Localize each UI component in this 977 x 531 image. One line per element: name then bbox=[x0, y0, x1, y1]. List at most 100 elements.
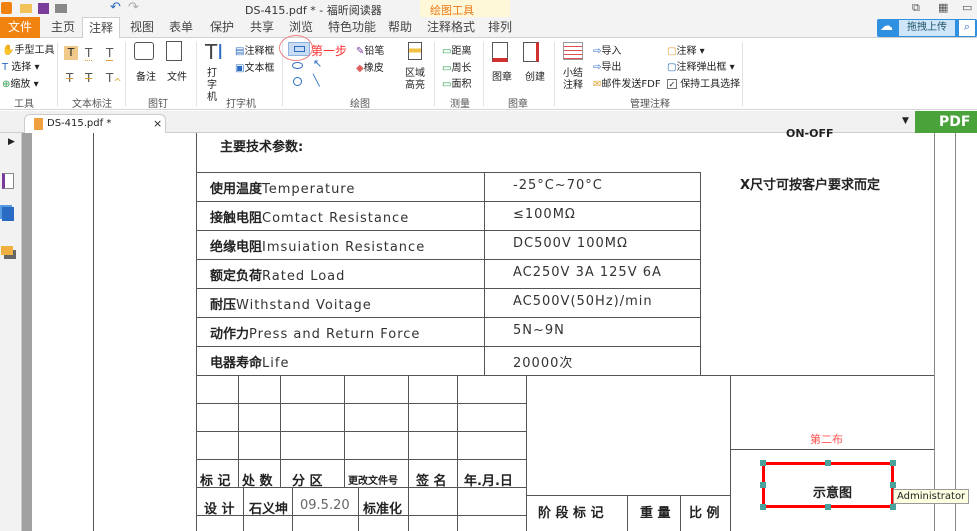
bookmark-icon[interactable] bbox=[2, 173, 14, 189]
save-icon[interactable] bbox=[38, 3, 49, 14]
expand-panel-icon[interactable]: ▶ bbox=[8, 137, 15, 147]
grid-icon[interactable]: ▦ bbox=[938, 1, 948, 14]
checkbox-checked-icon: ✓ bbox=[667, 79, 677, 89]
redo-icon[interactable]: ↷ bbox=[128, 0, 139, 15]
resize-handle[interactable] bbox=[890, 460, 896, 466]
note-icon bbox=[134, 42, 154, 60]
group-label-typewriter: 打字机 bbox=[226, 99, 256, 110]
resize-handle[interactable] bbox=[825, 460, 831, 466]
group-label-manage: 管理注释 bbox=[630, 99, 670, 110]
import-button[interactable]: ⇨导入 bbox=[593, 42, 621, 57]
window-title: DS-415.pdf * - 福昕阅读器 bbox=[245, 4, 382, 17]
insert-text-icon[interactable]: T^ bbox=[106, 71, 122, 88]
line-icon[interactable]: ╲ bbox=[313, 74, 320, 87]
distance-button[interactable]: ▭距离 bbox=[442, 42, 471, 57]
tab-view[interactable]: 视图 bbox=[130, 17, 154, 38]
param-value: DC500V 100MΩ bbox=[513, 236, 628, 251]
author-tooltip: Administrator bbox=[893, 489, 970, 504]
area-highlight-button[interactable]: 区域高亮 bbox=[405, 68, 427, 92]
size-note: X尺寸可按客户要求而定 bbox=[740, 178, 881, 193]
arrow-icon[interactable]: ↖ bbox=[313, 57, 322, 70]
resize-handle[interactable] bbox=[760, 460, 766, 466]
callout-button[interactable]: ▤注释框 bbox=[235, 42, 274, 57]
cloud-icon: ☁ bbox=[880, 19, 893, 34]
group-label-pin: 图钉 bbox=[148, 99, 168, 110]
perimeter-button[interactable]: ▭周长 bbox=[442, 59, 471, 74]
note-button[interactable]: 备注 bbox=[136, 68, 156, 83]
keep-tool-checkbox[interactable]: ✓ 保持工具选择 bbox=[667, 75, 740, 90]
export-button[interactable]: ⇨导出 bbox=[593, 58, 621, 73]
circle-icon[interactable] bbox=[293, 77, 302, 86]
pdf-convert-badge[interactable]: PDF bbox=[915, 111, 977, 133]
resize-handle[interactable] bbox=[760, 504, 766, 510]
replace-text-icon[interactable]: T bbox=[85, 71, 92, 85]
tab-home[interactable]: 主页 bbox=[51, 17, 75, 38]
hand-tool-button[interactable]: ✋手型工具 bbox=[2, 41, 54, 56]
upload-button[interactable]: 拖拽上传 bbox=[899, 20, 955, 36]
upload-widget[interactable]: ☁ 拖拽上传 ⌕ bbox=[877, 19, 977, 37]
create-stamp-icon bbox=[523, 42, 539, 62]
tab-help[interactable]: 帮助 bbox=[388, 17, 412, 38]
open-icon[interactable] bbox=[20, 4, 32, 13]
summarize-button[interactable]: 小结注释 bbox=[563, 68, 585, 92]
strikeout-icon[interactable]: T bbox=[66, 71, 73, 85]
group-label-measure: 测量 bbox=[450, 99, 470, 110]
search-icon[interactable]: ⌕ bbox=[959, 20, 975, 36]
create-stamp-button[interactable]: 创建 bbox=[525, 68, 545, 83]
tab-arrange[interactable]: 排列 bbox=[488, 17, 512, 38]
textbox-button[interactable]: ▣文本框 bbox=[235, 59, 274, 74]
tab-list-dropdown-icon[interactable]: ▼ bbox=[902, 116, 909, 126]
tab-comment-format[interactable]: 注释格式 bbox=[427, 17, 475, 38]
select-icon: T bbox=[2, 62, 9, 73]
param-label: 动作力Press and Return Force bbox=[210, 327, 421, 342]
left-sidebar: ▶ bbox=[0, 133, 22, 531]
doc-tab[interactable]: DS-415.pdf * × bbox=[24, 114, 166, 134]
select-button[interactable]: T 选择 ▾ bbox=[2, 58, 40, 73]
comments-dropdown[interactable]: ▢注释 ▾ bbox=[667, 42, 705, 57]
highlight-text-icon[interactable]: T bbox=[64, 46, 78, 60]
app-logo-icon bbox=[1, 2, 12, 14]
tab-share[interactable]: 共享 bbox=[250, 17, 274, 38]
print-icon[interactable] bbox=[55, 4, 67, 13]
undo-icon[interactable]: ↶ bbox=[110, 0, 121, 15]
param-label: 额定负荷Rated Load bbox=[210, 269, 346, 284]
title-bar: ↶ ↷ DS-415.pdf * - 福昕阅读器 绘图工具 ⧉ ▦ ▭ bbox=[0, 0, 977, 37]
area-button[interactable]: ▭面积 bbox=[442, 75, 471, 90]
tab-protect[interactable]: 保护 bbox=[210, 17, 234, 38]
param-label: 绝缘电阻Imsuiation Resistance bbox=[210, 240, 426, 255]
rectangle-annotation[interactable]: 示意图 bbox=[762, 462, 894, 508]
pencil-button[interactable]: ✎铅笔 bbox=[356, 42, 384, 57]
tab-file[interactable]: 文件 bbox=[0, 17, 40, 38]
minimize-icon[interactable]: ▭ bbox=[962, 1, 972, 14]
restore-icon[interactable]: ⧉ bbox=[912, 1, 920, 15]
typewriter-icon: TI bbox=[205, 40, 224, 64]
tab-features[interactable]: 特色功能 bbox=[328, 17, 376, 38]
stamp-button[interactable]: 图章 bbox=[492, 68, 512, 83]
email-fdf-button[interactable]: ✉邮件发送FDF bbox=[593, 75, 661, 90]
tab-comment[interactable]: 注释 bbox=[82, 17, 121, 39]
pdf-page: ON-OFF 主要技术参数: X尺寸可按客户要求而定 标 记 处 数 分 区 更… bbox=[32, 127, 977, 531]
scale-label: 比 例 bbox=[689, 506, 720, 521]
on-off-fragment: ON-OFF bbox=[786, 127, 834, 140]
tab-form[interactable]: 表单 bbox=[169, 17, 193, 38]
underline-icon[interactable]: T bbox=[106, 46, 114, 61]
typewriter-button[interactable]: 打字机 bbox=[207, 68, 221, 104]
close-tab-icon[interactable]: × bbox=[153, 117, 162, 130]
comments-panel-icon[interactable] bbox=[1, 246, 13, 255]
ellipse-icon[interactable] bbox=[292, 62, 303, 69]
resize-handle[interactable] bbox=[890, 504, 896, 510]
resize-handle[interactable] bbox=[760, 482, 766, 488]
resize-handle[interactable] bbox=[890, 482, 896, 488]
zoom-button[interactable]: ⊕缩放 ▾ bbox=[2, 75, 39, 90]
underline-squiggly-icon[interactable]: T bbox=[85, 46, 93, 61]
eraser-icon: ◆ bbox=[356, 63, 364, 74]
param-value: 20000次 bbox=[513, 356, 574, 371]
resize-handle[interactable] bbox=[825, 504, 831, 510]
params-heading: 主要技术参数: bbox=[220, 140, 304, 155]
eraser-button[interactable]: ◆橡皮 bbox=[356, 59, 384, 74]
popup-dropdown[interactable]: ▢注释弹出框 ▾ bbox=[667, 58, 735, 73]
page-gutter bbox=[22, 133, 32, 531]
file-button[interactable]: 文件 bbox=[167, 68, 187, 83]
pages-icon[interactable] bbox=[2, 207, 14, 221]
group-label-text-markup: 文本标注 bbox=[72, 99, 112, 110]
